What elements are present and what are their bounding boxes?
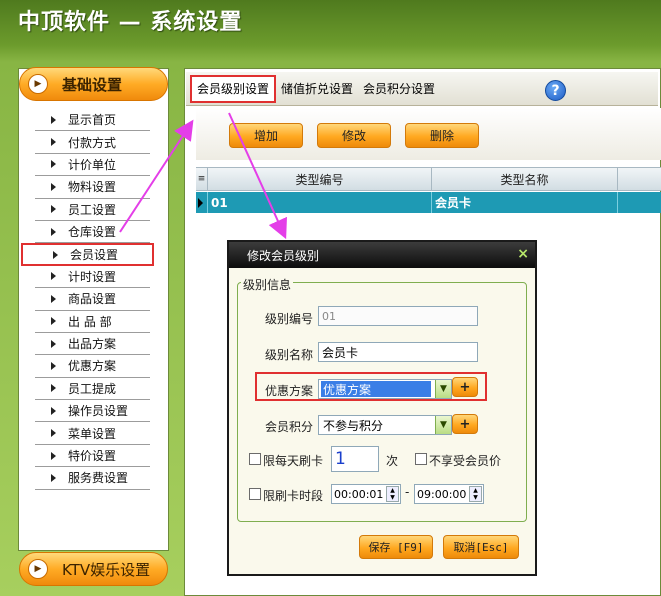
- arrow-to-dialog: [228, 112, 287, 240]
- annotation-arrows: [119, 112, 287, 240]
- arrow-to-tab: [119, 119, 194, 233]
